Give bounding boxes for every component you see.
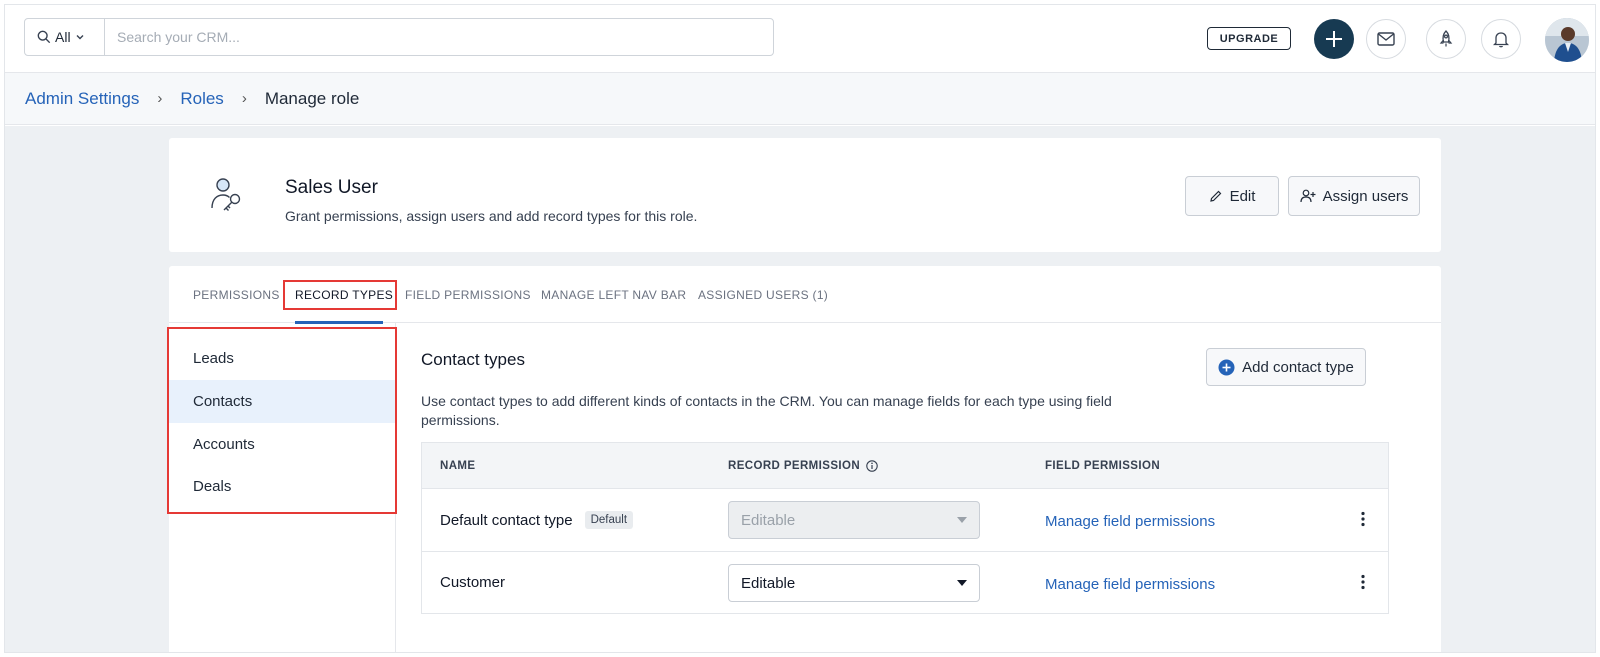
more-vertical-icon [1361,511,1365,527]
table-row: Default contact type Default Editable Ma… [422,489,1388,552]
contact-types-table: NAME RECORD PERMISSION FIELD PERMISSION … [421,442,1389,614]
mail-icon [1377,32,1395,46]
search-scope-label: All [55,29,71,45]
assign-users-label: Assign users [1322,187,1409,205]
breadcrumb: Admin Settings › Roles › Manage role [5,73,1595,125]
notifications-button[interactable] [1481,19,1521,59]
pencil-icon [1209,190,1221,202]
column-header-name: NAME [440,460,475,472]
breadcrumb-current: Manage role [264,88,360,108]
edit-label: Edit [1229,187,1256,205]
tab-bar: PERMISSIONS RECORD TYPES FIELD PERMISSIO… [169,266,1441,324]
contact-type-name: Default contact type Default [440,511,634,529]
select-value: Editable [741,574,796,592]
caret-down-icon [957,517,967,523]
select-value: Editable [741,511,796,529]
create-button[interactable] [1314,19,1354,59]
user-avatar[interactable] [1545,18,1589,62]
record-permission-select[interactable]: Editable [728,564,980,602]
column-header-label: NAME [440,460,476,472]
avatar-image [1545,18,1589,62]
breadcrumb-roles[interactable]: Roles [180,89,223,109]
caret-down-icon [957,580,967,586]
add-contact-type-label: Add contact type [1242,358,1354,376]
chevron-right-icon: › [157,90,163,107]
chevron-right-icon: › [241,90,247,107]
assign-users-button[interactable]: Assign users [1288,176,1420,216]
column-header-label: RECORD PERMISSION [728,460,861,472]
top-bar: All UPGRADE [5,5,1595,73]
tab-assigned-users[interactable]: ASSIGNED USERS (1) [698,288,828,302]
role-subtitle: Grant permissions, assign users and add … [285,208,698,224]
rocket-icon [1439,30,1453,47]
manage-field-permissions-link[interactable]: Manage field permissions [1045,576,1215,593]
contact-types-title: Contact types [421,350,525,369]
more-vertical-icon [1361,574,1365,590]
table-header: NAME RECORD PERMISSION FIELD PERMISSION [422,443,1388,489]
role-header-card: Sales User Grant permissions, assign use… [169,138,1441,252]
default-badge: Default [584,511,634,529]
role-title: Sales User [285,177,378,198]
add-contact-type-button[interactable]: Add contact type [1206,348,1366,386]
search-input[interactable] [105,19,773,55]
contact-types-description: Use contact types to add different kinds… [421,393,1112,428]
row-more-menu-button[interactable] [1356,572,1370,592]
sidebar-highlight-box [167,327,397,514]
record-type-sidebar: Leads Contacts Accounts Deals [167,323,397,652]
plus-icon [1326,31,1342,47]
role-details-panel: PERMISSIONS RECORD TYPES FIELD PERMISSIO… [167,266,1441,652]
contact-type-label: Customer [440,574,506,591]
column-header-field-permission: FIELD PERMISSION [1045,460,1160,472]
record-permission-select-disabled: Editable [728,501,980,539]
global-search: All [24,18,774,56]
app-window: All UPGRADE Admin Settings › Roles › Man… [4,4,1596,653]
breadcrumb-admin-settings[interactable]: Admin Settings [25,89,139,109]
tab-field-permissions[interactable]: FIELD PERMISSIONS [405,288,531,302]
search-scope-dropdown[interactable]: All [25,19,105,55]
info-icon[interactable] [866,460,878,472]
manage-field-permissions-link[interactable]: Manage field permissions [1045,513,1215,530]
tab-manage-left-nav-bar[interactable]: MANAGE LEFT NAV BAR [541,288,686,302]
mail-button[interactable] [1366,19,1406,59]
rocket-button[interactable] [1426,19,1466,59]
search-icon [37,30,51,44]
edit-button[interactable]: Edit [1185,176,1279,216]
tab-permissions[interactable]: PERMISSIONS [193,288,280,302]
add-user-icon [1299,189,1316,203]
bell-icon [1493,32,1509,48]
column-header-label: FIELD PERMISSION [1045,460,1161,472]
plus-circle-icon [1218,359,1235,375]
upgrade-button[interactable]: UPGRADE [1207,27,1291,50]
table-row: Customer Editable Manage field permissio… [422,552,1388,615]
chevron-down-icon [76,35,84,40]
row-more-menu-button[interactable] [1356,509,1370,529]
contact-type-name: Customer [440,574,505,591]
column-header-record-permission: RECORD PERMISSION [728,460,878,472]
contact-type-label: Default contact type [440,511,573,529]
role-user-key-icon [211,178,241,211]
tab-highlight-box [283,280,397,310]
main-area: Sales User Grant permissions, assign use… [5,126,1595,652]
